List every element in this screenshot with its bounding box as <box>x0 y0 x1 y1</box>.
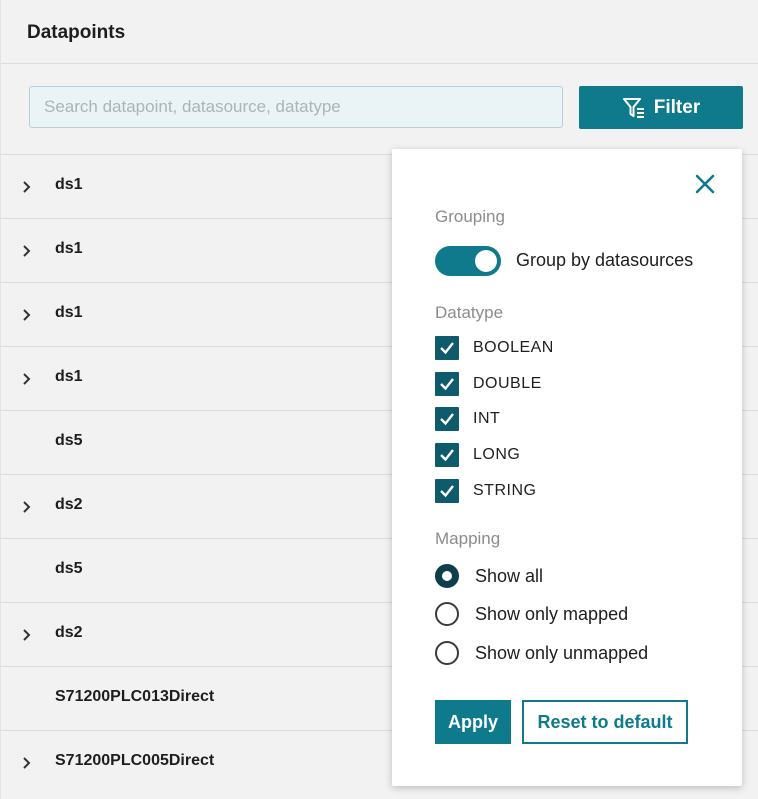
reset-to-default-button[interactable]: Reset to default <box>522 700 688 744</box>
chevron-right-icon[interactable] <box>21 241 33 261</box>
checkbox-checked[interactable] <box>435 407 459 431</box>
chevron-right-icon[interactable] <box>21 497 33 517</box>
checkbox-label: STRING <box>473 482 537 499</box>
checkbox-label: LONG <box>473 446 521 463</box>
datatype-option-boolean[interactable]: BOOLEAN <box>435 335 554 361</box>
toggle-label: Group by datasources <box>516 250 694 270</box>
toggle-knob <box>475 250 497 272</box>
radio-selected[interactable] <box>435 564 459 588</box>
datapoints-panel: Datapoints Filter ds1 ds1 <box>0 0 758 799</box>
panel-title: Datapoints <box>27 22 126 43</box>
chevron-right-icon[interactable] <box>21 369 33 389</box>
mapping-option-show-only-mapped[interactable]: Show only mapped <box>435 599 628 629</box>
chevron-right-icon[interactable] <box>21 305 33 325</box>
search-input[interactable] <box>29 86 563 128</box>
radio-unselected[interactable] <box>435 602 459 626</box>
chevron-right-icon[interactable] <box>21 625 33 645</box>
mapping-title: Mapping <box>435 529 501 548</box>
list-item-label: ds5 <box>55 560 83 577</box>
radio-label: Show only mapped <box>475 603 629 624</box>
checkbox-label: DOUBLE <box>473 375 542 392</box>
radio-unselected[interactable] <box>435 641 459 665</box>
datatype-option-double[interactable]: DOUBLE <box>435 371 542 397</box>
group-by-datasources-toggle[interactable] <box>435 246 501 276</box>
filter-button-label: Filter <box>653 96 701 118</box>
list-item-label: S71200PLC005Direct <box>55 752 215 769</box>
list-item-label: ds1 <box>55 240 83 257</box>
checkbox-label: INT <box>473 410 501 427</box>
list-item-label: ds1 <box>55 304 83 321</box>
datatype-option-int[interactable]: INT <box>435 406 500 432</box>
filter-button[interactable]: Filter <box>579 86 743 129</box>
list-item-label: ds2 <box>55 496 83 513</box>
filter-popover: Grouping Group by datasources Datatype B… <box>392 149 742 786</box>
datatype-title: Datatype <box>435 303 504 322</box>
list-item-label: ds2 <box>55 624 83 641</box>
list-item-label: ds5 <box>55 432 83 449</box>
chevron-right-icon[interactable] <box>21 177 33 197</box>
checkbox-label: BOOLEAN <box>473 339 554 356</box>
grouping-title: Grouping <box>435 207 505 226</box>
close-icon[interactable] <box>692 171 718 197</box>
mapping-option-show-only-unmapped[interactable]: Show only unmapped <box>435 638 648 668</box>
chevron-right-icon[interactable] <box>21 753 33 773</box>
panel-header: Datapoints <box>1 0 758 64</box>
apply-button[interactable]: Apply <box>435 700 511 744</box>
radio-label: Show all <box>475 565 544 586</box>
mapping-option-show-all[interactable]: Show all <box>435 561 543 591</box>
checkbox-checked[interactable] <box>435 336 459 360</box>
filter-icon <box>622 96 646 120</box>
radio-label: Show only unmapped <box>475 642 649 663</box>
list-item-label: S71200PLC013Direct <box>55 688 215 705</box>
list-item-label: ds1 <box>55 176 83 193</box>
list-item-label: ds1 <box>55 368 83 385</box>
checkbox-checked[interactable] <box>435 479 459 503</box>
checkbox-checked[interactable] <box>435 372 459 396</box>
datatype-option-long[interactable]: LONG <box>435 442 520 468</box>
checkbox-checked[interactable] <box>435 443 459 467</box>
datatype-option-string[interactable]: STRING <box>435 478 536 504</box>
